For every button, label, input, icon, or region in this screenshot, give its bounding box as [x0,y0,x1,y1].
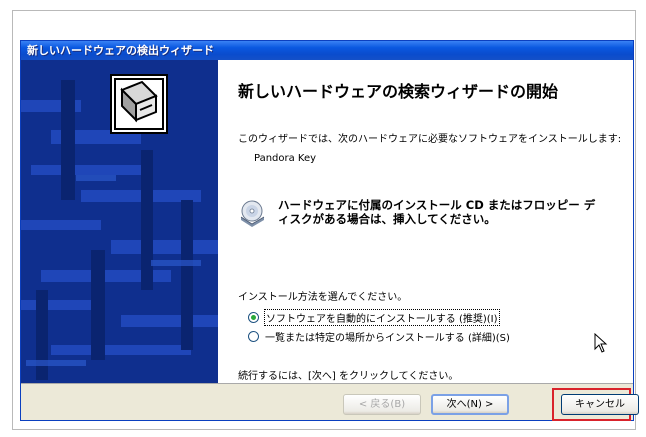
wizard-content: 新しいハードウェアの検索ウィザードの開始 このウィザードでは、次のハードウェアに… [218,60,633,383]
select-method-prompt: インストール方法を選んでください。 [238,292,408,303]
intro-text: このウィザードでは、次のハードウェアに必要なソフトウェアをインストールします: [238,134,622,145]
cancel-button[interactable]: キャンセル [561,394,639,415]
back-button[interactable]: < 戻る(B) [343,394,421,415]
mouse-cursor-icon [594,333,608,353]
title-bar[interactable]: 新しいハードウェアの検出ウィザード [21,41,633,60]
wizard-window: 新しいハードウェアの検出ウィザード 新しいハードウェアの検索ウィザードの開始 こ… [20,40,639,421]
continue-instruction: 続行するには、[次へ] をクリックしてください。 [238,371,459,382]
wizard-banner [21,60,218,383]
page-heading: 新しいハードウェアの検索ウィザードの開始 [238,82,559,101]
option-auto-install-label: ソフトウェアを自動的にインストールする (推奨)(I) [264,309,500,326]
window-title: 新しいハードウェアの検出ウィザード [27,44,214,57]
next-button[interactable]: 次へ(N) > [431,394,509,415]
option-auto-install[interactable]: ソフトウェアを自動的にインストールする (推奨)(I) [248,309,500,326]
hardware-icon [110,74,168,134]
cd-icon [240,200,265,227]
radio-manual-install[interactable] [248,331,259,342]
device-name: Pandora Key [254,153,317,164]
button-bar: < 戻る(B) 次へ(N) > キャンセル [21,383,639,421]
radio-auto-install[interactable] [248,312,259,323]
option-manual-install-label: 一覧または特定の場所からインストールする (詳細)(S) [265,333,510,344]
cd-instruction: ハードウェアに付属のインストール CD またはフロッピー ディスクがある場合は、… [278,198,596,226]
option-manual-install[interactable]: 一覧または特定の場所からインストールする (詳細)(S) [248,329,510,344]
